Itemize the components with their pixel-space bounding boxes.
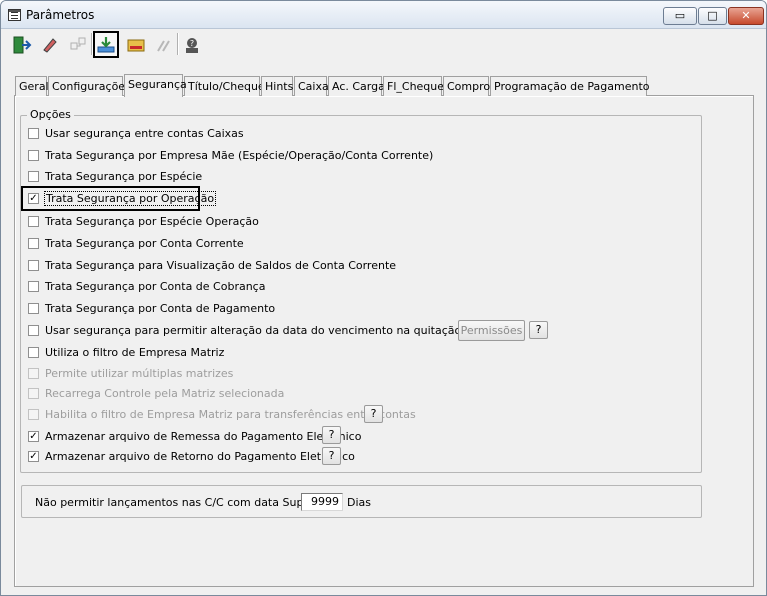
tab-hints[interactable]: Hints — [261, 76, 293, 96]
option-label: Trata Segurança por Espécie — [45, 169, 203, 183]
option-label: Utiliza o filtro de Empresa Matriz — [45, 345, 225, 359]
option-row[interactable]: ✓ Armazenar arquivo de Remessa do Pagamen… — [28, 428, 361, 444]
checkbox[interactable] — [28, 215, 39, 227]
tab-configura-es[interactable]: Configurações — [48, 76, 131, 96]
option-label: Armazenar arquivo de Remessa do Pagament… — [45, 429, 362, 443]
checkbox[interactable] — [28, 149, 39, 161]
checkbox[interactable] — [28, 346, 39, 358]
save-icon[interactable] — [93, 31, 119, 58]
option-row[interactable]: Utiliza o filtro de Empresa Matriz — [28, 344, 224, 360]
checkbox[interactable] — [28, 259, 39, 271]
open-folder-icon[interactable] — [123, 31, 149, 58]
tab-compror[interactable]: Compror — [443, 76, 495, 96]
window-app-icon — [8, 9, 21, 21]
option-label: Trata Segurança por Conta de Cobrança — [45, 279, 266, 293]
option-label: Trata Segurança para Visualização de Sal… — [45, 258, 397, 272]
option-label: Trata Segurança por Empresa Mãe (Espécie… — [45, 148, 434, 162]
tab-caixa[interactable]: Caixa — [294, 76, 329, 96]
checkbox[interactable] — [28, 237, 39, 249]
option-label: Trata Segurança por Conta de Pagamento — [45, 301, 276, 315]
checkbox[interactable] — [28, 324, 39, 336]
tab-seguran-a[interactable]: Segurança — [124, 74, 187, 97]
close-button[interactable]: ✕ — [728, 7, 764, 25]
tab-ac-carga[interactable]: Ac. Carga — [328, 76, 385, 96]
option-label: Usar segurança entre contas Caixas — [45, 126, 244, 140]
permissions-button[interactable]: Permissões — [458, 320, 525, 341]
option-row: Habilita o filtro de Empresa Matriz para… — [28, 406, 416, 422]
tab-programa-o-de-pagamento[interactable]: Programação de Pagamento — [490, 76, 650, 96]
toolbar-separator — [91, 33, 92, 55]
checkbox-checked[interactable]: ✓ — [28, 430, 39, 442]
maximize-button[interactable]: □ — [698, 7, 727, 25]
toolbar: ? — [5, 30, 765, 60]
date-limit-label: Não permitir lançamentos nas C/C com dat… — [35, 496, 340, 509]
structure-icon — [65, 31, 91, 58]
exit-door-icon[interactable] — [9, 31, 35, 58]
window-title: Parâmetros — [26, 8, 95, 22]
option-row[interactable]: Trata Segurança por Conta de Pagamento — [28, 300, 275, 316]
minimize-button[interactable]: ▭ — [663, 7, 697, 25]
option-label: Armazenar arquivo de Retorno do Pagament… — [45, 449, 355, 463]
date-limit-unit: Dias — [347, 496, 371, 509]
option-row: Permite utilizar múltiplas matrizes — [28, 365, 233, 381]
title-bar[interactable]: Parâmetros ▭ □ ✕ — [1, 1, 766, 29]
option-row: Recarrega Controle pela Matriz seleciona… — [28, 385, 284, 401]
tab-fl-cheque[interactable]: Fl_Cheque — [383, 76, 444, 96]
tab-t-tulo-cheque[interactable]: Título/Cheque — [184, 76, 265, 96]
option-row[interactable]: Trata Segurança para Visualização de Sal… — [28, 257, 396, 273]
checkbox[interactable] — [28, 280, 39, 292]
option-row[interactable]: Trata Segurança por Conta de Cobrança — [28, 278, 265, 294]
checkbox — [28, 387, 39, 399]
help-user-icon[interactable]: ? — [179, 31, 205, 58]
option-row[interactable]: Usar segurança para permitir alteração d… — [28, 322, 516, 338]
option-label: Recarrega Controle pela Matriz seleciona… — [45, 386, 285, 400]
option-label: Trata Segurança por Espécie Operação — [45, 214, 259, 228]
help-button-remessa[interactable]: ? — [322, 426, 341, 444]
help-button-retorno[interactable]: ? — [322, 447, 341, 465]
checkbox[interactable] — [28, 302, 39, 314]
option-row[interactable]: Trata Segurança por Empresa Mãe (Espécie… — [28, 147, 433, 163]
option-row[interactable]: Trata Segurança por Espécie — [28, 168, 202, 184]
tools-icon — [151, 31, 177, 58]
option-label: Trata Segurança por Conta Corrente — [45, 236, 244, 250]
option-label: Permite utilizar múltiplas matrizes — [45, 366, 234, 380]
option-row[interactable]: Trata Segurança por Espécie Operação — [28, 213, 259, 229]
option-label: Usar segurança para permitir alteração d… — [45, 323, 517, 337]
checkbox-checked[interactable]: ✓ — [28, 450, 39, 462]
eraser-icon[interactable] — [37, 31, 63, 58]
tab-geral[interactable]: Geral — [15, 76, 49, 96]
parametros-window: Parâmetros ▭ □ ✕ ? Geral Configurações Seg… — [0, 0, 767, 596]
checkbox — [28, 408, 39, 420]
checkbox[interactable] — [28, 127, 39, 139]
svg-text:?: ? — [190, 39, 194, 48]
option-label: Habilita o filtro de Empresa Matriz para… — [45, 407, 416, 421]
date-limit-input[interactable]: 9999 — [301, 493, 343, 511]
checkbox — [28, 367, 39, 379]
option-row[interactable]: ✓ Armazenar arquivo de Retorno do Pagamen… — [28, 448, 355, 464]
checkbox[interactable] — [28, 170, 39, 182]
option-row[interactable]: Trata Segurança por Conta Corrente — [28, 235, 244, 251]
help-button-transfer[interactable]: ? — [364, 405, 383, 423]
options-legend: Opções — [27, 108, 74, 121]
toolbar-separator — [177, 33, 178, 55]
highlight-box — [21, 186, 200, 211]
help-button-due-date[interactable]: ? — [529, 321, 548, 339]
option-row[interactable]: Usar segurança entre contas Caixas — [28, 125, 244, 141]
